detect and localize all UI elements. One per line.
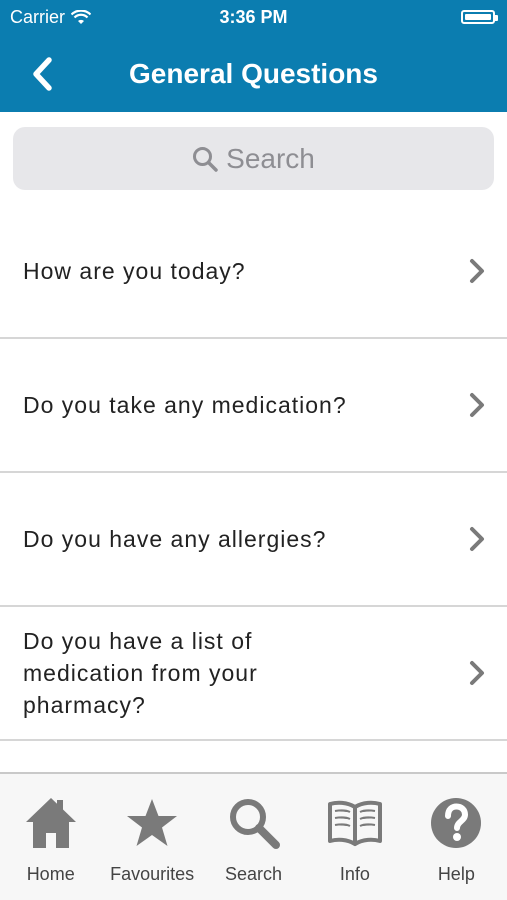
list-item[interactable]: How are you today? [0,205,507,339]
tab-help[interactable]: Help [406,774,507,900]
chevron-right-icon [470,661,484,685]
tab-label: Info [339,864,370,884]
chevron-right-icon [470,393,484,417]
tab-search[interactable]: Search [203,774,304,900]
tab-label: Help [437,864,475,884]
navigation-bar: Carrier 3:36 PM General Questions [0,0,507,112]
tab-label: Home [26,864,75,884]
search-icon [193,146,218,172]
status-time: 3:36 PM [219,7,288,27]
book-icon [327,800,382,846]
star-icon [127,799,178,846]
tab-bar: Home Favourites Search Info Help [0,772,507,900]
help-icon [431,798,482,848]
list-item-label: Do you take any medication? [23,392,347,418]
list-item[interactable]: Do you take any medication? [0,339,507,473]
tab-label: Favourites [110,864,195,884]
tab-label: Search [224,864,283,884]
list-item[interactable]: Do you have a list of medication from yo… [0,607,507,741]
chevron-right-icon [470,527,484,551]
tab-favourites[interactable]: Favourites [101,774,202,900]
search-bar[interactable]: Search [13,127,494,190]
page-title: General Questions [129,58,378,89]
tab-info[interactable]: Info [304,774,405,900]
list-item-label: Do you have any allergies? [23,526,327,552]
battery-icon [461,10,498,24]
tab-home[interactable]: Home [0,774,101,900]
status-bar: Carrier 3:36 PM [0,0,507,36]
search-input[interactable]: Search [226,143,315,175]
chevron-right-icon [470,259,484,283]
home-icon [25,798,76,848]
questions-list: How are you today? Do you take any medic… [0,205,507,741]
search-icon [229,799,280,849]
list-item-label: Do you have a list of medication from yo… [23,628,258,718]
list-item[interactable]: Do you have any allergies? [0,473,507,607]
list-item-label: How are you today? [23,258,246,284]
